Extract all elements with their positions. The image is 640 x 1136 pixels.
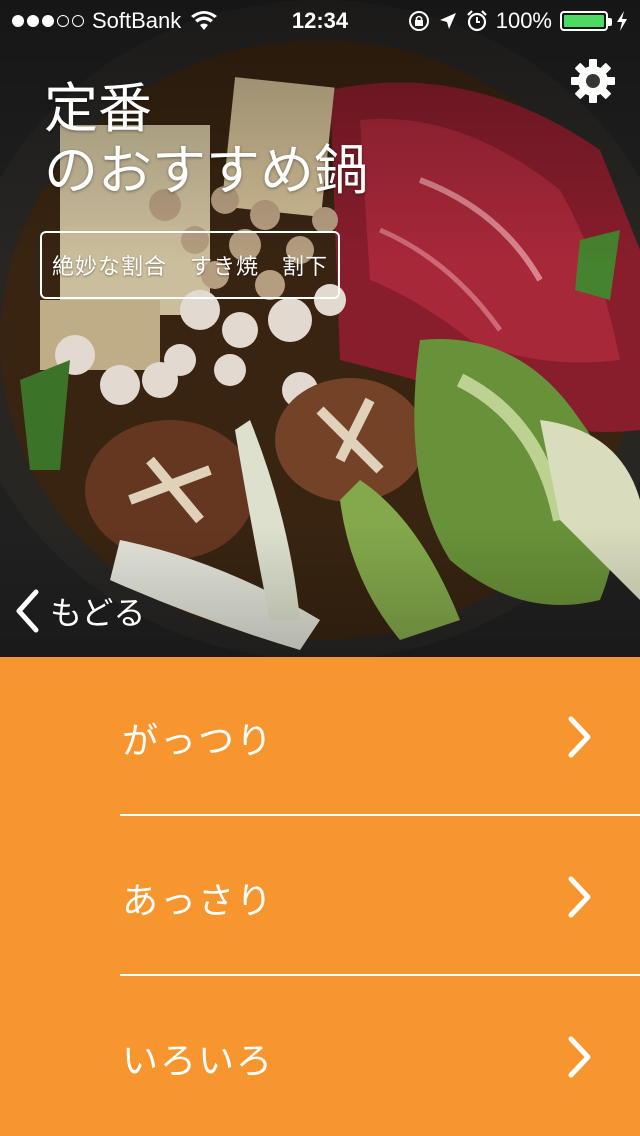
title-line-1: 定番 (44, 77, 152, 140)
page-title: 定番 のおすすめ鍋 (44, 78, 368, 202)
menu-item-assari[interactable]: あっさり (0, 817, 640, 975)
menu-item-gattsuri[interactable]: がっつり (0, 657, 640, 815)
rotation-lock-icon (408, 11, 429, 31)
gear-icon[interactable] (568, 56, 618, 106)
status-bar: SoftBank 12:34 100% (0, 0, 640, 40)
battery-icon (560, 11, 612, 31)
back-label: もどる (50, 594, 146, 632)
chevron-right-icon (568, 1036, 591, 1078)
charging-icon (617, 11, 627, 31)
back-button[interactable]: もどる (14, 588, 145, 634)
status-right: 100% (408, 8, 628, 34)
menu-list: がっつり あっさり いろいろ (0, 657, 640, 1136)
alarm-icon (466, 10, 487, 32)
location-icon (439, 13, 456, 29)
menu-item-iroiro[interactable]: いろいろ (0, 977, 640, 1135)
battery-percent: 100% (495, 8, 552, 33)
recipe-badge: 絶妙な割合 すき焼 割下 (40, 231, 341, 299)
chevron-right-icon (568, 876, 591, 918)
menu-item-label: あっさり (122, 881, 275, 922)
chevron-left-icon (16, 589, 39, 633)
menu-divider (120, 814, 640, 816)
battery-tip (608, 18, 612, 26)
menu-divider (120, 974, 640, 976)
title-line-2: のおすすめ鍋 (44, 139, 368, 202)
battery-level (564, 15, 604, 27)
menu-item-label: がっつり (122, 721, 275, 762)
chevron-right-icon (568, 716, 591, 758)
menu-item-label: いろいろ (122, 1041, 275, 1082)
